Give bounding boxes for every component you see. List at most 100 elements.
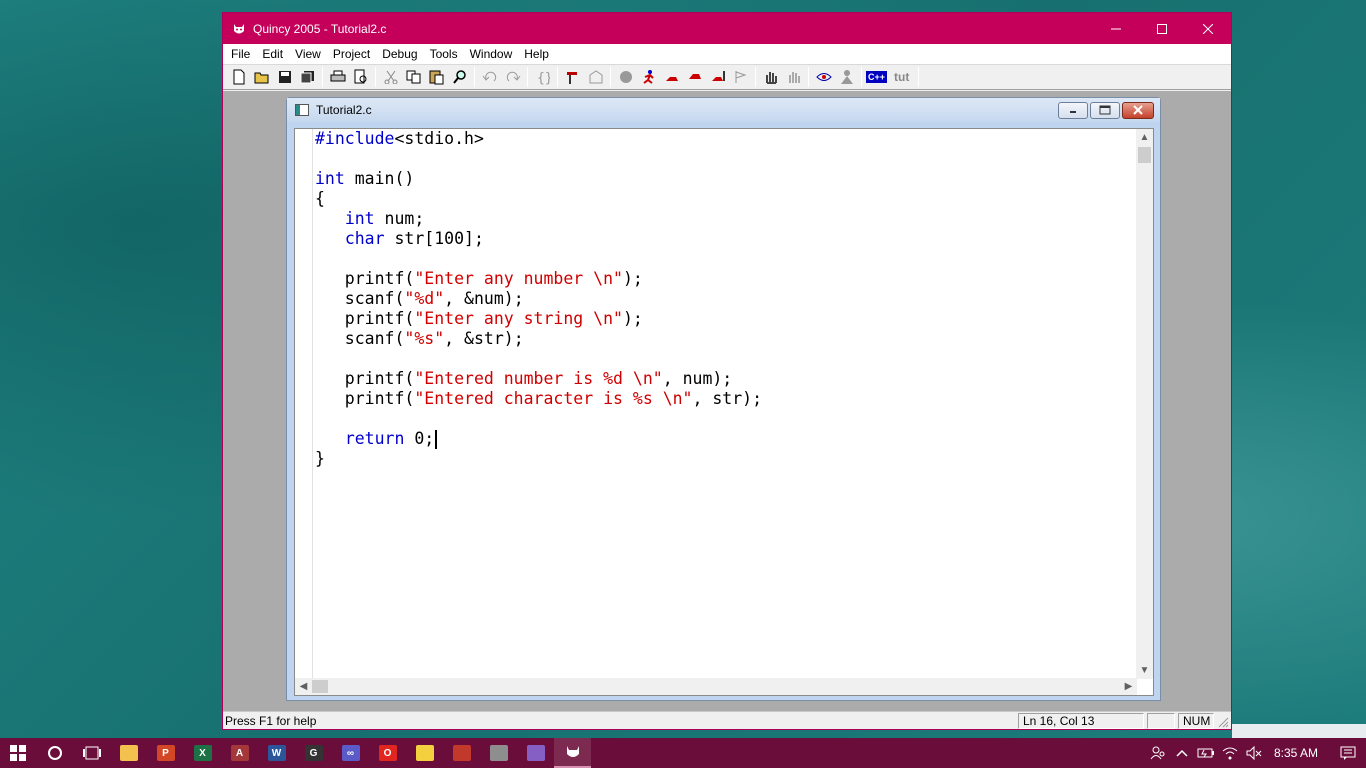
- taskbar-opera[interactable]: O: [369, 738, 406, 768]
- step-into-button[interactable]: [683, 66, 706, 88]
- start-button[interactable]: [0, 738, 36, 768]
- code-line[interactable]: return 0;: [315, 429, 1135, 449]
- toolbar-separator: [861, 67, 862, 87]
- debug-person-button[interactable]: [835, 66, 858, 88]
- menu-help[interactable]: Help: [518, 44, 555, 64]
- taskbar-access[interactable]: A: [221, 738, 258, 768]
- redo-button[interactable]: [501, 66, 524, 88]
- undo-button[interactable]: [478, 66, 501, 88]
- status-num-lock: NUM: [1178, 712, 1214, 729]
- stop-button[interactable]: [614, 66, 637, 88]
- people-icon[interactable]: [1146, 745, 1170, 761]
- battery-icon[interactable]: [1194, 747, 1218, 759]
- chevron-up-icon[interactable]: [1170, 748, 1194, 758]
- taskbar-excel[interactable]: X: [184, 738, 221, 768]
- editor-gutter[interactable]: [295, 129, 313, 679]
- cpp-button[interactable]: C++: [865, 66, 888, 88]
- taskbar-sticky-notes[interactable]: [406, 738, 443, 768]
- examine-button[interactable]: [812, 66, 835, 88]
- taskbar-quincy[interactable]: [554, 738, 591, 768]
- stop-debug-button[interactable]: [759, 66, 782, 88]
- action-center-button[interactable]: [1330, 746, 1366, 760]
- taskbar-clock[interactable]: 8:35 AM: [1266, 746, 1330, 760]
- code-line[interactable]: [315, 409, 1135, 429]
- code-line[interactable]: printf("Enter any number \n");: [315, 269, 1135, 289]
- code-line[interactable]: printf("Enter any string \n");: [315, 309, 1135, 329]
- taskbar-app-g[interactable]: G: [295, 738, 332, 768]
- close-button[interactable]: [1185, 13, 1231, 44]
- taskbar-file-explorer[interactable]: [110, 738, 147, 768]
- taskbar-word[interactable]: W: [258, 738, 295, 768]
- code-text[interactable]: #include<stdio.h> int main(){ int num; c…: [315, 129, 1135, 469]
- horizontal-scroll-thumb[interactable]: [312, 680, 328, 693]
- code-line[interactable]: printf("Entered number is %d \n", num);: [315, 369, 1135, 389]
- paste-button[interactable]: [425, 66, 448, 88]
- taskbar-paint[interactable]: [443, 738, 480, 768]
- open-file-button[interactable]: [250, 66, 273, 88]
- cut-button[interactable]: [379, 66, 402, 88]
- cut-icon: [384, 70, 397, 84]
- new-file-button[interactable]: [227, 66, 250, 88]
- code-line[interactable]: printf("Entered character is %s \n", str…: [315, 389, 1135, 409]
- code-line[interactable]: [315, 249, 1135, 269]
- save-all-button[interactable]: [296, 66, 319, 88]
- task-view-button[interactable]: [73, 738, 110, 768]
- print-preview-button[interactable]: [349, 66, 372, 88]
- menu-tools[interactable]: Tools: [424, 44, 464, 64]
- taskbar-visual-studio[interactable]: [517, 738, 554, 768]
- build-button[interactable]: [584, 66, 607, 88]
- run-button[interactable]: [637, 66, 660, 88]
- menu-view[interactable]: View: [289, 44, 327, 64]
- scroll-left-icon[interactable]: ◀: [295, 678, 312, 695]
- code-line[interactable]: scanf("%d", &num);: [315, 289, 1135, 309]
- code-line[interactable]: [315, 349, 1135, 369]
- code-line[interactable]: #include<stdio.h>: [315, 129, 1135, 149]
- code-line[interactable]: {: [315, 189, 1135, 209]
- minimize-button[interactable]: [1093, 13, 1139, 44]
- code-line[interactable]: scanf("%s", &str);: [315, 329, 1135, 349]
- watch-button[interactable]: [782, 66, 805, 88]
- save-button[interactable]: [273, 66, 296, 88]
- maximize-button[interactable]: [1139, 13, 1185, 44]
- find-button[interactable]: [448, 66, 471, 88]
- code-line[interactable]: }: [315, 449, 1135, 469]
- code-line[interactable]: int num;: [315, 209, 1135, 229]
- tutorial-button[interactable]: tut: [888, 70, 915, 84]
- braces-button[interactable]: {}: [531, 66, 554, 88]
- volume-muted-icon[interactable]: [1242, 746, 1266, 760]
- scroll-down-icon[interactable]: ▼: [1136, 662, 1153, 679]
- scroll-up-icon[interactable]: ▲: [1136, 129, 1153, 146]
- document-title-bar[interactable]: Tutorial2.c: [287, 98, 1160, 122]
- document-minimize-button[interactable]: [1058, 101, 1088, 119]
- compile-button[interactable]: [561, 66, 584, 88]
- code-line[interactable]: char str[100];: [315, 229, 1135, 249]
- menu-window[interactable]: Window: [464, 44, 519, 64]
- vertical-scrollbar[interactable]: ▲ ▼: [1136, 129, 1153, 679]
- taskbar-powerpoint[interactable]: P: [147, 738, 184, 768]
- title-bar[interactable]: Quincy 2005 - Tutorial2.c: [223, 13, 1231, 44]
- scroll-right-icon[interactable]: ▶: [1120, 678, 1137, 695]
- breakpoint-button[interactable]: [729, 66, 752, 88]
- step-out-button[interactable]: [706, 66, 729, 88]
- taskbar-app-infinity[interactable]: ∞: [332, 738, 369, 768]
- horizontal-scrollbar[interactable]: ◀ ▶: [295, 678, 1137, 695]
- code-line[interactable]: [315, 149, 1135, 169]
- step-over-button[interactable]: [660, 66, 683, 88]
- wifi-icon[interactable]: [1218, 746, 1242, 760]
- menu-edit[interactable]: Edit: [256, 44, 289, 64]
- menu-file[interactable]: File: [225, 44, 256, 64]
- copy-button[interactable]: [402, 66, 425, 88]
- document-restore-button[interactable]: [1090, 101, 1120, 119]
- vertical-scroll-thumb[interactable]: [1138, 147, 1151, 163]
- document-close-button[interactable]: [1122, 101, 1154, 119]
- code-token: printf(: [315, 369, 415, 388]
- print-button[interactable]: [326, 66, 349, 88]
- resize-grip-icon[interactable]: [1217, 714, 1229, 728]
- taskbar-paint-3d[interactable]: [480, 738, 517, 768]
- menu-project[interactable]: Project: [327, 44, 376, 64]
- menu-debug[interactable]: Debug: [376, 44, 423, 64]
- code-line[interactable]: int main(): [315, 169, 1135, 189]
- cortana-button[interactable]: [36, 738, 73, 768]
- code-editor[interactable]: #include<stdio.h> int main(){ int num; c…: [294, 128, 1154, 696]
